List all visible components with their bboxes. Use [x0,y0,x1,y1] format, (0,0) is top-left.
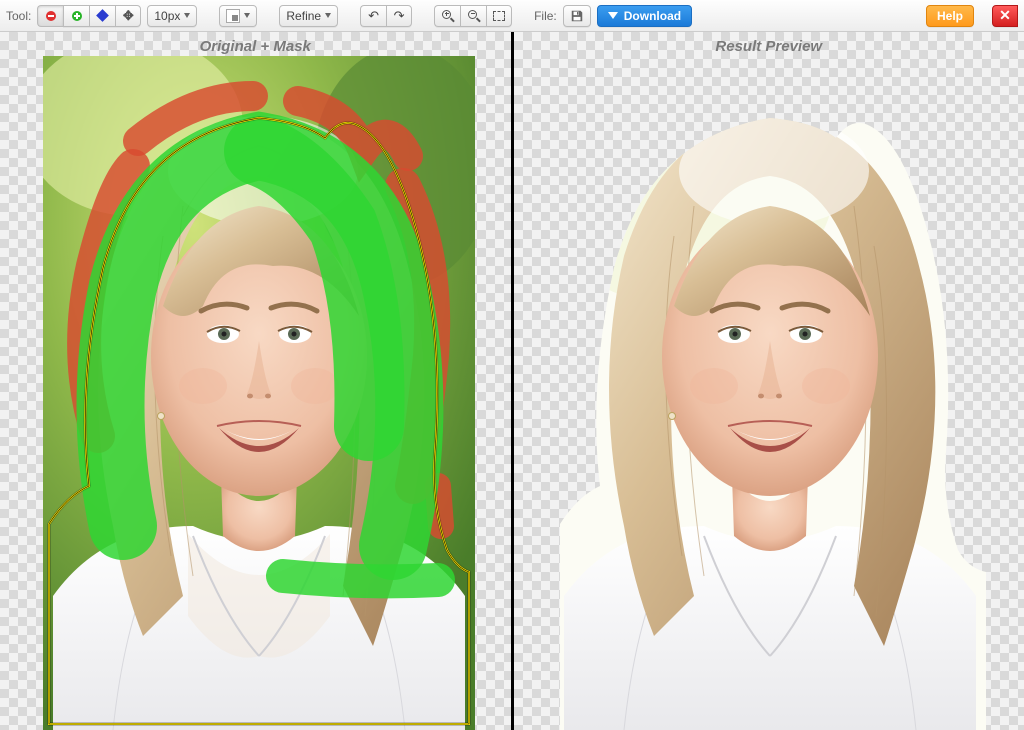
zoom-in-button[interactable] [434,5,460,27]
result-preview-panel: Result Preview [514,32,1024,730]
main-toolbar: Tool: ✥ 10px Refine [0,0,1024,32]
floppy-icon [570,9,584,23]
original-mask-panel: Original + Mask [0,32,514,730]
brush-size-value: 10px [154,9,180,23]
diamond-icon [96,9,109,22]
zoom-out-icon [468,10,480,22]
right-panel-title: Result Preview [514,38,1024,55]
caret-down-icon [244,13,250,18]
zoom-in-icon [442,10,454,22]
redo-icon: ↷ [394,8,405,24]
refine-label: Refine [286,9,321,23]
file-label: File: [534,9,557,23]
minus-circle-icon [46,11,56,21]
color-swatch-dropdown[interactable] [219,5,257,27]
save-button[interactable] [563,5,591,27]
refine-dropdown[interactable]: Refine [279,5,338,27]
fit-screen-button[interactable] [486,5,512,27]
help-button[interactable]: Help [926,5,974,27]
download-button[interactable]: Download [597,5,692,27]
left-panel-title: Original + Mask [0,38,511,55]
caret-down-icon [325,13,331,18]
tool-label: Tool: [6,9,31,23]
download-label: Download [624,9,681,23]
close-icon: ✕ [999,7,1011,24]
hair-tool-button[interactable] [89,5,115,27]
plus-circle-icon [72,11,82,21]
keep-tool-button[interactable] [63,5,89,27]
redo-button[interactable]: ↷ [386,5,412,27]
remove-tool-button[interactable] [37,5,63,27]
color-swatch-icon [226,9,240,23]
result-canvas[interactable] [554,56,986,730]
original-canvas[interactable] [43,56,475,730]
workspace: Original + Mask [0,32,1024,730]
move-icon: ✥ [123,8,134,24]
fit-icon [493,11,505,21]
mark-tool-group: ✥ [37,5,141,27]
help-label: Help [937,9,963,23]
zoom-group [434,5,512,27]
history-group: ↶ ↷ [360,5,412,27]
close-button[interactable]: ✕ [992,5,1018,27]
undo-button[interactable]: ↶ [360,5,386,27]
brush-size-dropdown[interactable]: 10px [147,5,197,27]
move-tool-button[interactable]: ✥ [115,5,141,27]
caret-down-icon [184,13,190,18]
undo-icon: ↶ [368,8,379,24]
download-arrow-icon [608,12,618,19]
zoom-out-button[interactable] [460,5,486,27]
